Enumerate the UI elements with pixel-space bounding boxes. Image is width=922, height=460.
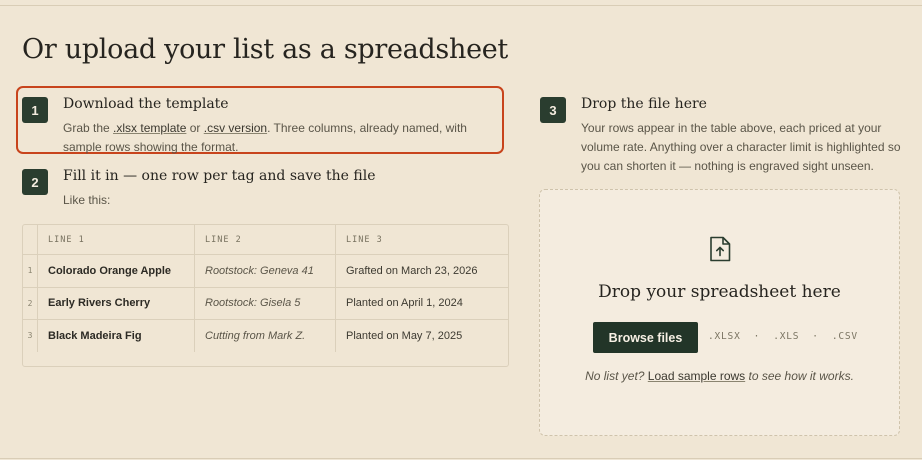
cell-line-2: Rootstock: Gisela 5 xyxy=(194,287,336,320)
step-number-badge: 2 xyxy=(22,169,48,195)
step-description: Grab the .xlsx template or .csv version.… xyxy=(63,119,503,157)
row-index: 3 xyxy=(23,319,38,352)
note-text: No list yet? xyxy=(585,369,648,383)
cell-line-1: Black Madeira Fig xyxy=(37,319,195,352)
top-divider xyxy=(0,5,922,6)
desc-text: Grab the xyxy=(63,121,114,135)
step-fill-in: 2 Fill it in — one row per tag and save … xyxy=(22,168,502,209)
step-description: Like this: xyxy=(63,193,111,207)
sample-table: LINE 1 LINE 2 LINE 3 1 Colorado Orange A… xyxy=(22,224,509,367)
step-description: Your rows appear in the table above, eac… xyxy=(581,121,901,173)
step-download-template: 1 Download the template Grab the .xlsx t… xyxy=(22,96,502,154)
desc-text: or xyxy=(186,121,204,135)
xlsx-template-link[interactable]: .xlsx template xyxy=(113,121,186,135)
dropzone-title: Drop your spreadsheet here xyxy=(598,282,841,302)
table-row: 1 Colorado Orange Apple Rootstock: Genev… xyxy=(23,254,508,288)
step-title: Drop the file here xyxy=(581,96,707,112)
cell-line-3: Grafted on March 23, 2026 xyxy=(335,254,508,288)
column-header-line-2: LINE 2 xyxy=(194,225,336,255)
step-number-badge: 1 xyxy=(22,97,48,123)
bottom-divider xyxy=(0,458,922,459)
sample-rows-note: No list yet? Load sample rows to see how… xyxy=(540,369,899,383)
cell-line-2: Cutting from Mark Z. xyxy=(194,319,336,352)
cell-line-2: Rootstock: Geneva 41 xyxy=(194,254,336,288)
step-drop-file: 3 Drop the file here Your rows appear in… xyxy=(540,96,910,177)
cell-line-1: Colorado Orange Apple xyxy=(37,254,195,288)
cell-line-3: Planted on May 7, 2025 xyxy=(346,329,463,342)
column-header-line-3: LINE 3 xyxy=(335,225,508,255)
cell-line-3: Planted on April 1, 2024 xyxy=(335,287,508,320)
accepted-formats: .XLSX · .XLS · .CSV xyxy=(708,331,858,342)
csv-version-link[interactable]: .csv version xyxy=(204,121,267,135)
index-header xyxy=(23,225,38,255)
column-header-line-1: LINE 1 xyxy=(37,225,195,255)
page-title: Or upload your list as a spreadsheet xyxy=(22,34,508,65)
table-header-row: LINE 1 LINE 2 LINE 3 xyxy=(23,225,508,255)
note-text: to see how it works. xyxy=(745,369,854,383)
table-row: 2 Early Rivers Cherry Rootstock: Gisela … xyxy=(23,287,508,320)
row-index: 1 xyxy=(23,254,38,288)
row-index: 2 xyxy=(23,287,38,320)
file-upload-icon xyxy=(710,236,731,262)
step-title: Download the template xyxy=(63,96,229,112)
browse-files-button[interactable]: Browse files xyxy=(593,322,698,353)
cell-line-1: Early Rivers Cherry xyxy=(37,287,195,320)
step-number-badge: 3 xyxy=(540,97,566,123)
file-dropzone[interactable]: Drop your spreadsheet here Browse files … xyxy=(539,189,900,436)
table-row: 3 Black Madeira Fig Cutting from Mark Z.… xyxy=(23,319,508,352)
step-title: Fill it in — one row per tag and save th… xyxy=(63,168,376,184)
load-sample-rows-link[interactable]: Load sample rows xyxy=(648,369,745,383)
